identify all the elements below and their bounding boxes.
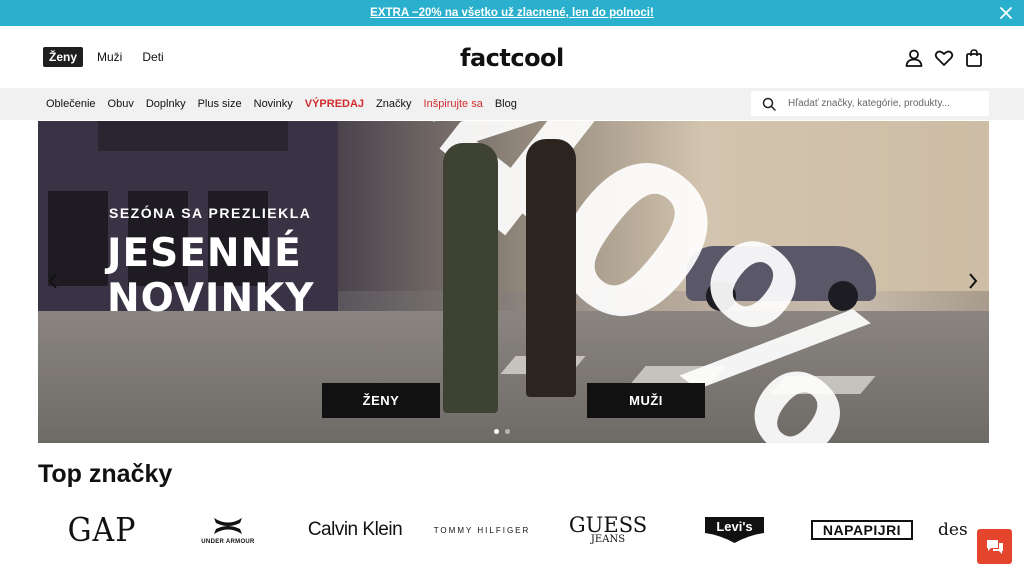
- heart-icon[interactable]: [934, 48, 954, 68]
- tab-deti[interactable]: Deti: [136, 47, 169, 67]
- brand-subname: JEANS: [590, 534, 626, 545]
- brand-under-armour-logo[interactable]: UNDER ARMOUR: [195, 512, 261, 548]
- levis-batwing-icon: Levi's: [705, 517, 764, 543]
- close-icon[interactable]: [998, 5, 1014, 21]
- brand-name: Levi's: [716, 519, 752, 534]
- hero-button-zeny[interactable]: ŽENY: [322, 383, 440, 418]
- chat-icon: [986, 539, 1003, 554]
- slider-dots: [494, 429, 510, 434]
- gender-tabs: Ženy Muži Deti: [43, 47, 178, 67]
- nav-item-oblecenie[interactable]: Oblečenie: [46, 98, 96, 110]
- brand-name: NAPAPIJRI: [822, 522, 902, 538]
- tab-muzi[interactable]: Muži: [91, 47, 128, 67]
- brand-name: TOMMY HILFIGER: [433, 525, 531, 535]
- tab-zeny[interactable]: Ženy: [43, 47, 84, 67]
- hero-title: JESENNÉ NOVINKY: [107, 231, 315, 321]
- brand-guess-logo[interactable]: GUESS JEANS: [566, 512, 650, 548]
- header: Ženy Muži Deti factcool: [0, 26, 1024, 88]
- logo[interactable]: factcool: [460, 44, 564, 72]
- brand-tommy-hilfiger-logo[interactable]: TOMMY HILFIGER: [428, 512, 536, 548]
- brand-gap-logo[interactable]: GAP: [67, 510, 137, 550]
- model-man: [526, 139, 576, 397]
- nav-item-plus-size[interactable]: Plus size: [198, 98, 242, 110]
- brand-levis-logo[interactable]: Levi's: [703, 512, 766, 548]
- search-icon[interactable]: [762, 97, 776, 111]
- hero-button-muzi[interactable]: MUŽI: [587, 383, 705, 418]
- brand-name: UNDER ARMOUR: [201, 539, 255, 545]
- under-armour-icon: [214, 518, 242, 534]
- brand-name: GUESS: [568, 513, 648, 537]
- brand-name: GAP: [67, 510, 137, 550]
- nav-item-inspirujte-sa[interactable]: Inšpirujte sa: [424, 98, 483, 110]
- nav-item-vypredaj[interactable]: VÝPREDAJ: [305, 98, 364, 110]
- slider-dot[interactable]: [505, 429, 510, 434]
- promo-bar: EXTRA −20% na všetko už zlacnené, len do…: [0, 0, 1024, 26]
- search-input[interactable]: [788, 98, 978, 109]
- nav-item-obuv[interactable]: Obuv: [108, 98, 134, 110]
- user-icon[interactable]: [904, 48, 924, 68]
- bag-icon[interactable]: [964, 48, 984, 68]
- slider-dot[interactable]: [494, 429, 499, 434]
- nav-item-znacky[interactable]: Značky: [376, 98, 411, 110]
- chevron-right-icon[interactable]: [966, 271, 980, 291]
- nav-item-blog[interactable]: Blog: [495, 98, 517, 110]
- nav-item-novinky[interactable]: Novinky: [254, 98, 293, 110]
- chat-button[interactable]: [977, 529, 1012, 564]
- promo-link[interactable]: EXTRA −20% na všetko už zlacnené, len do…: [370, 7, 654, 19]
- model-woman: [443, 143, 498, 413]
- search-box: [751, 91, 989, 116]
- hero-subtitle: SEZÓNA SA PREZLIEKLA: [109, 205, 312, 221]
- hero-banner[interactable]: -40% SEZÓNA SA PREZLIEKLA JESENNÉ NOVINK…: [38, 121, 989, 443]
- brand-name: des: [938, 520, 968, 540]
- nav-item-doplnky[interactable]: Doplnky: [146, 98, 186, 110]
- chevron-left-icon[interactable]: [46, 271, 60, 291]
- brand-napapijri-logo[interactable]: NAPAPIJRI: [811, 520, 913, 540]
- brands-title: Top značky: [38, 460, 173, 488]
- brand-calvin-klein-logo[interactable]: Calvin Klein: [302, 512, 408, 548]
- brand-name: Calvin Klein: [307, 519, 403, 540]
